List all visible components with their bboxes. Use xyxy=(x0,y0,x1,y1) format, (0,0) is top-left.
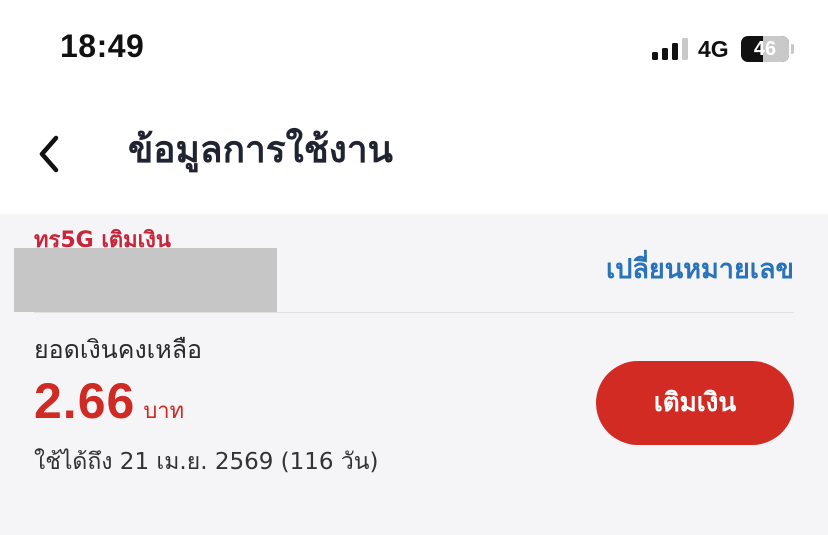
topup-button[interactable]: เติมเงิน xyxy=(596,361,794,445)
change-number-link[interactable]: เปลี่ยนหมายเลข xyxy=(606,247,794,290)
battery-percent: 46 xyxy=(753,38,777,60)
page-title: ข้อมูลการใช้งาน xyxy=(128,128,393,171)
balance-amount: 2.66 xyxy=(34,373,136,429)
page-header: ข้อมูลการใช้งาน xyxy=(0,96,828,214)
battery-icon: 46 xyxy=(741,36,789,62)
status-time: 18:49 xyxy=(60,28,145,64)
back-button[interactable] xyxy=(22,124,82,184)
balance-amount-row: 2.66 บาท xyxy=(34,372,184,430)
status-bar: 18:49 4G 46 xyxy=(0,0,828,96)
divider xyxy=(34,312,794,313)
network-type-label: 4G xyxy=(698,36,729,62)
phone-number-redacted xyxy=(14,248,277,312)
balance-card: ทรู5G เติมเงิน เปลี่ยนหมายเลข ยอดเงินคงเ… xyxy=(0,214,828,535)
validity-text: ใช้ได้ถึง 21 เม.ย. 2569 (116 วัน) xyxy=(34,449,379,475)
balance-label: ยอดเงินคงเหลือ xyxy=(34,335,203,364)
chevron-left-icon xyxy=(39,135,59,173)
balance-unit: บาท xyxy=(143,399,185,424)
screen: 18:49 4G 46 ข้อมูลการใช้งาน ทรู5G เติมเง… xyxy=(0,0,828,535)
battery-cap xyxy=(791,44,794,54)
signal-icon xyxy=(652,38,688,60)
